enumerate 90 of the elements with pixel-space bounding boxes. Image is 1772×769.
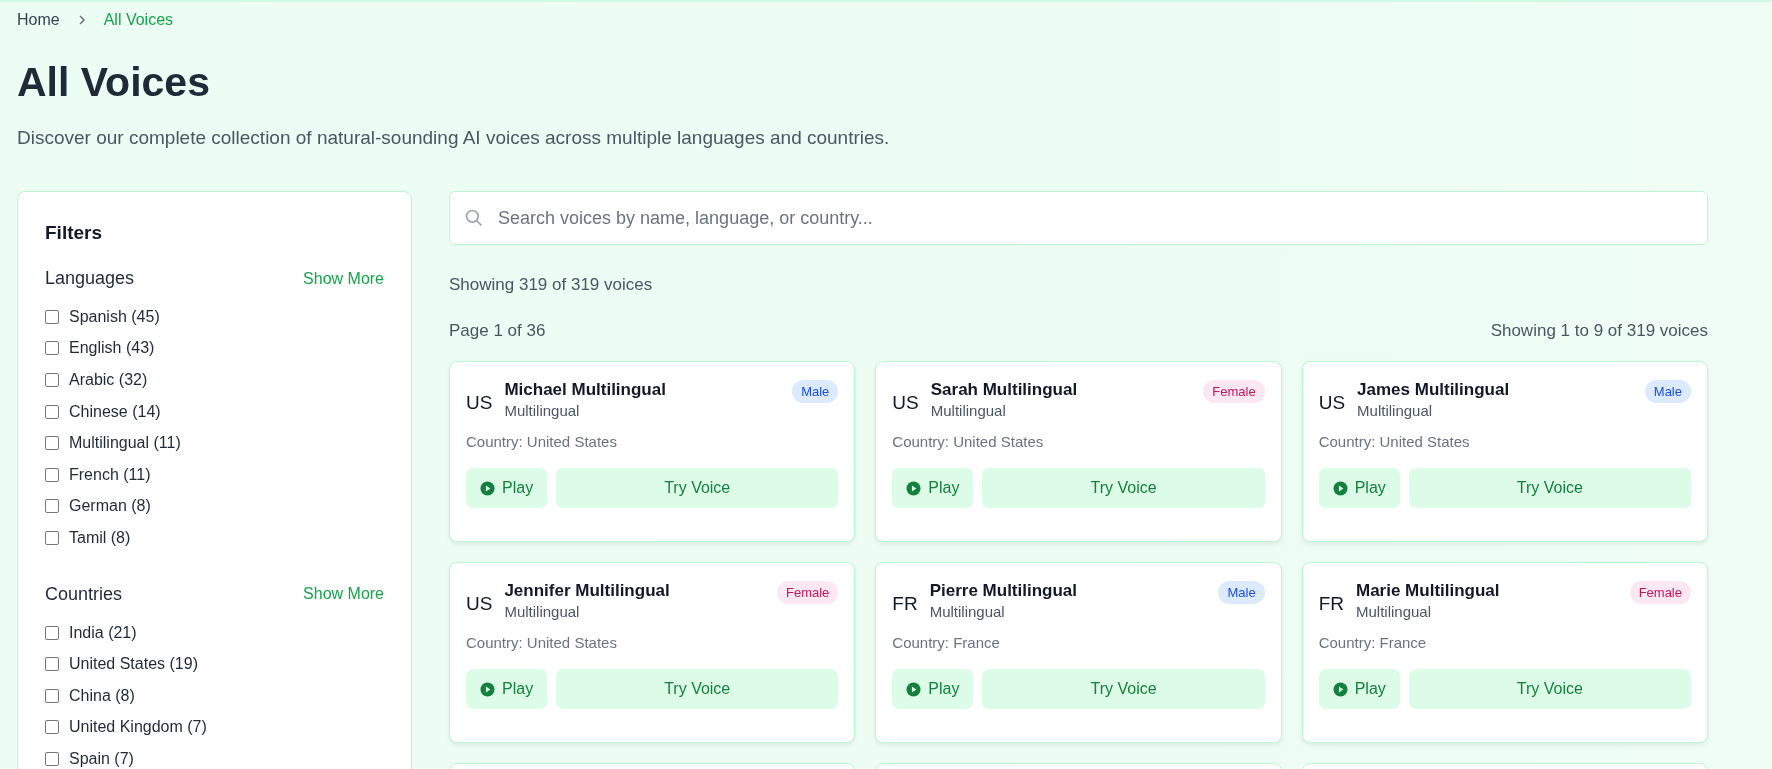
filter-option-label: Chinese (14)	[69, 402, 161, 421]
voice-language: Multilingual	[504, 603, 581, 621]
filter-group-title: Countries	[45, 583, 123, 605]
play-button[interactable]: Play	[466, 669, 548, 710]
play-icon	[906, 480, 922, 496]
search-field[interactable]: Search voices by name, language, or country...	[449, 191, 1708, 246]
filter-option-label: French (11)	[69, 465, 151, 484]
search-input[interactable]: Search voices by name, language, or country...	[496, 206, 1693, 230]
country-code: US	[466, 593, 493, 616]
try-voice-button[interactable]: Try Voice	[982, 669, 1265, 710]
show-more-link[interactable]: Show More	[303, 585, 384, 604]
filter-option-label: United States (19)	[69, 655, 198, 674]
filter-option-label: Tamil (8)	[69, 529, 131, 548]
breadcrumb-link[interactable]: Home	[17, 11, 60, 29]
play-icon	[1332, 681, 1348, 697]
country-code: US	[1318, 392, 1346, 415]
voice-country: Country: United States	[466, 634, 618, 652]
voice-language: Multilingual	[929, 603, 1006, 621]
voice-name: Sarah Multilingual	[930, 380, 1079, 401]
voice-language: Multilingual	[1356, 603, 1433, 621]
try-voice-button[interactable]: Try Voice	[982, 468, 1265, 509]
filter-option-label: China (8)	[69, 686, 135, 705]
checkbox[interactable]	[45, 625, 59, 640]
results-count: Showing 319 of 319 voices	[449, 275, 654, 296]
gender-badge: Male	[1218, 581, 1265, 605]
play-icon	[480, 480, 495, 496]
voice-name: Pierre Multilingual	[929, 581, 1078, 602]
voice-language: Multilingual	[930, 402, 1007, 420]
page-indicator: Page 1 of 36	[449, 321, 546, 342]
page-title: All Voices	[17, 60, 211, 106]
try-voice-button[interactable]: Try Voice	[1408, 468, 1691, 509]
checkbox[interactable]	[45, 499, 59, 514]
play-button[interactable]: Play	[892, 669, 974, 710]
filter-option-label: German (8)	[69, 497, 151, 516]
filters-title: Filters	[45, 222, 104, 245]
gender-badge: Female	[1629, 581, 1691, 605]
country-code: FR	[1318, 593, 1344, 616]
play-button[interactable]: Play	[466, 468, 548, 509]
try-voice-button[interactable]: Try Voice	[556, 669, 839, 710]
try-voice-button[interactable]: Try Voice	[556, 468, 839, 509]
play-button[interactable]: Play	[1318, 468, 1400, 509]
filter-option-label: Multilingual (11)	[69, 434, 181, 453]
voice-name: Jennifer Multilingual	[504, 581, 671, 602]
checkbox[interactable]	[45, 436, 59, 451]
page-description: Discover our complete collection of natural-sounding AI voices across multiple languages and countries.	[17, 127, 891, 150]
gender-badge: Female	[1203, 380, 1265, 404]
results-range: Showing 1 to 9 of 319 voices	[1490, 321, 1708, 342]
filter-option-label: Spain (7)	[69, 750, 134, 768]
country-code: US	[892, 392, 919, 415]
show-more-link[interactable]: Show More	[303, 269, 384, 288]
play-icon	[480, 681, 495, 697]
filter-group-title: Languages	[45, 268, 135, 290]
checkbox[interactable]	[45, 467, 59, 482]
checkbox[interactable]	[45, 404, 59, 419]
voice-name: James Multilingual	[1357, 380, 1511, 401]
chevron-right-icon	[77, 15, 86, 25]
checkbox[interactable]	[45, 657, 59, 672]
play-button[interactable]: Play	[1318, 669, 1400, 710]
breadcrumb-link[interactable]: All Voices	[103, 11, 174, 29]
checkbox[interactable]	[45, 309, 59, 324]
voice-country: Country: United States	[466, 433, 618, 451]
gender-badge: Male	[1644, 380, 1691, 404]
checkbox[interactable]	[45, 531, 59, 546]
gender-badge: Female	[776, 581, 839, 605]
filter-option-label: English (43)	[69, 339, 155, 358]
checkbox[interactable]	[45, 341, 59, 356]
filter-option-label: Spanish (45)	[69, 307, 160, 326]
gender-badge: Male	[792, 380, 839, 404]
voice-country: Country: United States	[1318, 433, 1471, 451]
search-icon	[464, 208, 484, 229]
filter-option-label: India (21)	[69, 623, 137, 642]
play-icon	[1332, 480, 1348, 496]
checkbox[interactable]	[45, 752, 59, 766]
voice-language: Multilingual	[504, 402, 581, 420]
voice-country: Country: France	[1318, 634, 1428, 652]
play-icon	[906, 681, 922, 697]
country-code: FR	[892, 593, 918, 616]
checkbox[interactable]	[45, 720, 59, 735]
play-button[interactable]: Play	[892, 468, 974, 509]
voice-country: Country: France	[892, 634, 1001, 652]
voice-name: Marie Multilingual	[1356, 581, 1501, 602]
checkbox[interactable]	[45, 373, 59, 388]
voice-language: Multilingual	[1357, 402, 1434, 420]
filter-option-label: United Kingdom (7)	[69, 718, 207, 737]
voice-name: Michael Multilingual	[504, 380, 667, 401]
filter-option-label: Arabic (32)	[69, 371, 148, 390]
try-voice-button[interactable]: Try Voice	[1408, 669, 1691, 710]
country-code: US	[466, 392, 493, 415]
voice-country: Country: United States	[892, 433, 1045, 451]
checkbox[interactable]	[45, 688, 59, 703]
